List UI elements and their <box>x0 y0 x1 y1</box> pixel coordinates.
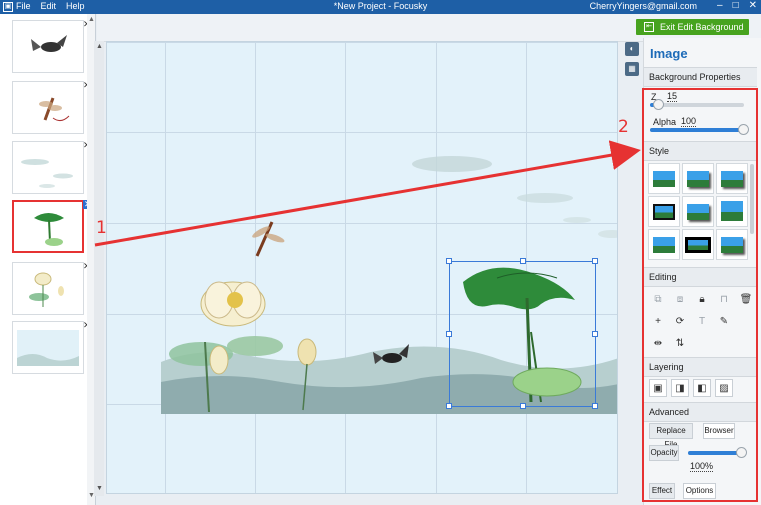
mist-thumbnail-icon <box>21 159 73 188</box>
dragonfly-thumbnail-icon <box>39 97 70 122</box>
annotation-number-2: 2 <box>618 117 629 137</box>
selection-frame[interactable] <box>446 258 598 409</box>
resize-handle[interactable] <box>446 258 452 264</box>
minimize-icon[interactable]: – <box>717 0 723 11</box>
layer-thumbnail-lotus-leaf[interactable] <box>12 200 84 253</box>
scroll-up-icon[interactable]: ▲ <box>96 43 103 50</box>
resize-handle[interactable] <box>446 331 452 337</box>
resize-handle[interactable] <box>592 258 598 264</box>
close-icon[interactable]: ✕ <box>749 0 757 11</box>
resize-handle[interactable] <box>520 258 526 264</box>
exit-icon: ⇤ <box>644 22 654 32</box>
title-bar: ▣ File Edit Help *New Project - Focusky … <box>0 0 761 14</box>
window-controls: – □ ✕ <box>717 0 757 11</box>
highlight-box-properties <box>642 88 758 502</box>
layer-thumbnail-fish[interactable] <box>12 20 84 73</box>
background-layers-panel: ✕ ✕ ✕ ✕ ✕ ✕ ▲ ▼ <box>0 14 96 505</box>
layer-thumbnail-lotus-flower[interactable] <box>12 262 84 315</box>
dragonfly-image[interactable] <box>251 221 286 257</box>
fish-thumbnail-icon <box>31 35 67 52</box>
exit-edit-background-button[interactable]: ⇤ Exit Edit Background <box>636 19 749 35</box>
mist-cloud <box>563 217 591 223</box>
annotation-number-1: 1 <box>96 218 107 238</box>
lotus-flower-thumbnail-icon <box>29 272 64 307</box>
background-canvas[interactable] <box>106 41 618 494</box>
resize-handle[interactable] <box>520 403 526 409</box>
side-tool-strip: ◐ ▦ <box>622 38 642 98</box>
shape-properties-icon[interactable]: ◐ <box>625 42 639 56</box>
background-properties-header: Background Properties <box>644 67 757 87</box>
account-email[interactable]: CherryYingers@gmail.com <box>590 1 697 11</box>
maximize-icon[interactable]: □ <box>733 0 739 11</box>
mist-cloud <box>517 193 573 203</box>
panel-title: Image <box>650 46 688 61</box>
resize-handle[interactable] <box>592 403 598 409</box>
resize-handle[interactable] <box>592 331 598 337</box>
exit-edit-background-label: Exit Edit Background <box>660 22 744 32</box>
landscape-thumbnail-icon <box>17 330 79 366</box>
scroll-down-icon[interactable]: ▼ <box>96 485 103 492</box>
resize-handle[interactable] <box>446 403 452 409</box>
layer-thumbnail-landscape[interactable] <box>12 321 84 374</box>
canvas-scrollbar[interactable]: ▲ ▼ <box>94 41 104 496</box>
mist-cloud <box>412 156 492 172</box>
mist-cloud <box>598 230 617 238</box>
lotus-leaf-thumbnail-icon <box>34 213 64 246</box>
layer-thumbnail-dragonfly[interactable] <box>12 81 84 134</box>
image-properties-icon[interactable]: ▦ <box>625 62 639 76</box>
layer-thumbnail-mist[interactable] <box>12 141 84 194</box>
scroll-up-icon[interactable]: ▲ <box>88 16 95 23</box>
